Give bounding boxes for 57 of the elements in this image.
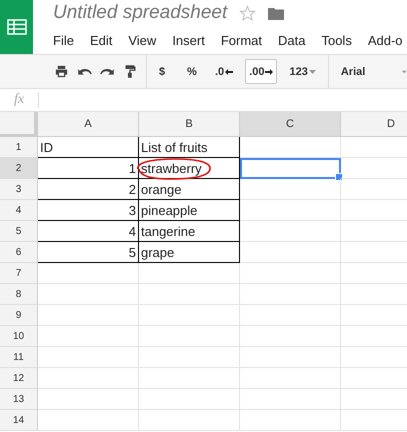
row-header[interactable]: 9 xyxy=(0,305,38,326)
menu-item[interactable]: Insert xyxy=(172,32,205,48)
cell-text: 3 xyxy=(128,202,136,218)
column-header[interactable]: D xyxy=(341,112,407,137)
row-header[interactable]: 6 xyxy=(0,242,38,263)
cell-text: orange xyxy=(141,182,182,196)
folder-icon[interactable] xyxy=(268,6,284,20)
row-header[interactable]: 12 xyxy=(0,368,38,389)
cell-text: List of fruits xyxy=(141,140,208,154)
row-header[interactable]: 3 xyxy=(0,179,38,200)
print-icon[interactable] xyxy=(54,64,69,79)
sheets-logo-icon[interactable] xyxy=(0,0,33,54)
cell-text: strawberry xyxy=(141,160,202,176)
menu-item[interactable]: View xyxy=(128,32,156,48)
cell-text: pineapple xyxy=(141,202,198,218)
row-header[interactable]: 8 xyxy=(0,284,38,305)
caret-icon[interactable] xyxy=(402,70,407,74)
column-header[interactable]: C xyxy=(240,112,341,137)
cell-text: ID xyxy=(40,140,53,154)
currency-button[interactable]: $ xyxy=(155,59,175,84)
column-header[interactable]: B xyxy=(139,112,240,137)
column-header[interactable]: A xyxy=(38,112,139,137)
menu-item[interactable]: Format xyxy=(220,32,262,48)
formula-label: fx xyxy=(0,92,39,108)
menu-item[interactable]: Add-o xyxy=(368,32,403,48)
document-title[interactable]: Untitled spreadsheet xyxy=(53,2,228,24)
row-header[interactable]: 14 xyxy=(0,410,38,431)
cell-text: tangerine xyxy=(141,224,196,238)
selected-cell[interactable] xyxy=(240,158,341,179)
row-header[interactable]: 1 xyxy=(0,137,38,158)
row-header[interactable]: 2 xyxy=(0,158,38,179)
cell-text: 5 xyxy=(128,244,136,260)
decrease-decimals-button[interactable]: .0 xyxy=(211,59,238,84)
paint-format-icon[interactable] xyxy=(123,64,138,79)
star-icon[interactable] xyxy=(239,4,256,22)
row-header[interactable]: 5 xyxy=(0,221,38,242)
right-arrow-icon xyxy=(265,68,274,74)
cell-text: 1 xyxy=(128,160,136,176)
row-header[interactable]: 4 xyxy=(0,200,38,221)
cell-text: 4 xyxy=(128,224,136,238)
cell-text: grape xyxy=(141,244,174,260)
fill-handle[interactable] xyxy=(335,173,343,181)
menu-item[interactable]: Tools xyxy=(321,32,352,48)
caret-icon xyxy=(308,70,316,74)
row-header[interactable]: 7 xyxy=(0,263,38,284)
menu-item[interactable]: File xyxy=(53,32,74,48)
menu-item[interactable]: Data xyxy=(278,32,306,48)
menu-item[interactable]: Edit xyxy=(90,32,112,48)
row-header[interactable]: 11 xyxy=(0,347,38,368)
font-dropdown[interactable]: Arial xyxy=(328,66,402,78)
row-header[interactable]: 13 xyxy=(0,389,38,410)
row-header[interactable]: 10 xyxy=(0,326,38,347)
left-arrow-icon xyxy=(225,68,234,74)
cell-text: 2 xyxy=(128,182,136,196)
percent-button[interactable]: % xyxy=(183,59,203,84)
increase-decimals-button[interactable]: .00 xyxy=(245,59,278,84)
number-format-button[interactable]: 123 xyxy=(285,59,320,84)
